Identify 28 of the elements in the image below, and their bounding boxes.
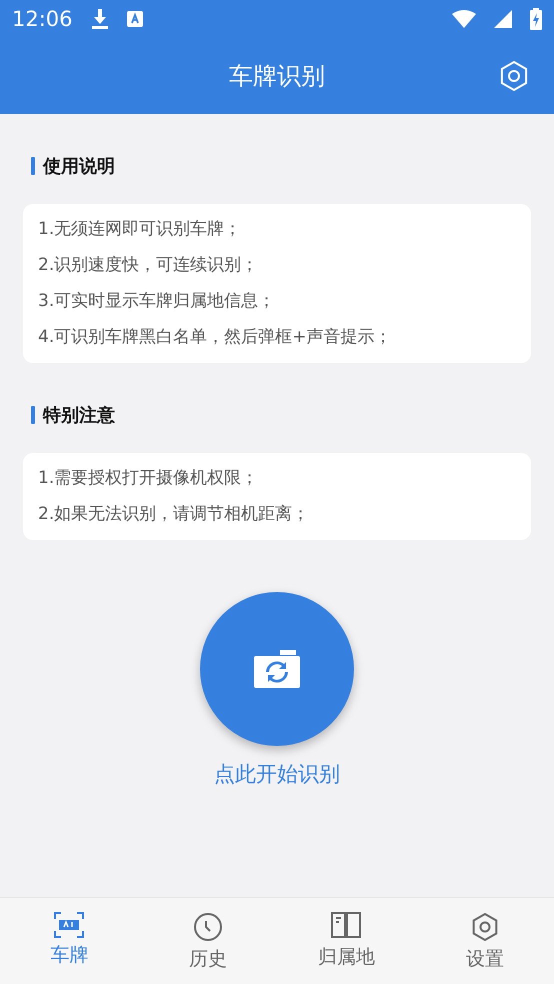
- app-title: 车牌识别: [229, 61, 325, 92]
- section-marker: [31, 406, 35, 424]
- instruction-text: 1.需要授权打开摄像机权限；: [38, 467, 260, 490]
- notification-icon: [126, 11, 143, 27]
- camera-icon: [254, 650, 300, 688]
- download-icon: [90, 9, 109, 29]
- settings-icon: [470, 912, 500, 942]
- section-marker: [31, 157, 35, 175]
- start-scan-label[interactable]: 点此开始识别: [214, 760, 340, 788]
- section-title: 使用说明: [43, 155, 115, 178]
- signal-icon: [494, 10, 512, 28]
- plate-scan-icon: [54, 912, 84, 938]
- nav-tab[interactable]: 车牌: [0, 898, 138, 984]
- battery-icon: [530, 8, 542, 30]
- instruction-text: 3.可实时显示车牌归属地信息；: [38, 290, 276, 313]
- instruction-text: 2.如果无法识别，请调节相机距离；: [38, 503, 310, 526]
- instruction-text: 4.可识别车牌黑白名单，然后弹框+声音提示；: [38, 326, 392, 349]
- settings-button[interactable]: [498, 60, 530, 92]
- section-title: 特别注意: [43, 404, 115, 427]
- status-time: 12:06: [12, 7, 73, 31]
- instruction-text: 2.识别速度快，可连续识别；: [38, 254, 260, 277]
- book-icon: [331, 912, 362, 940]
- nav-tab[interactable]: 历史: [138, 898, 277, 984]
- wifi-icon: [452, 10, 476, 28]
- clock-icon: [192, 912, 223, 942]
- instruction-text: 1.无须连网即可识别车牌；: [38, 218, 242, 241]
- nav-tab[interactable]: 设置: [416, 898, 554, 984]
- nav-tab[interactable]: 归属地: [277, 898, 416, 984]
